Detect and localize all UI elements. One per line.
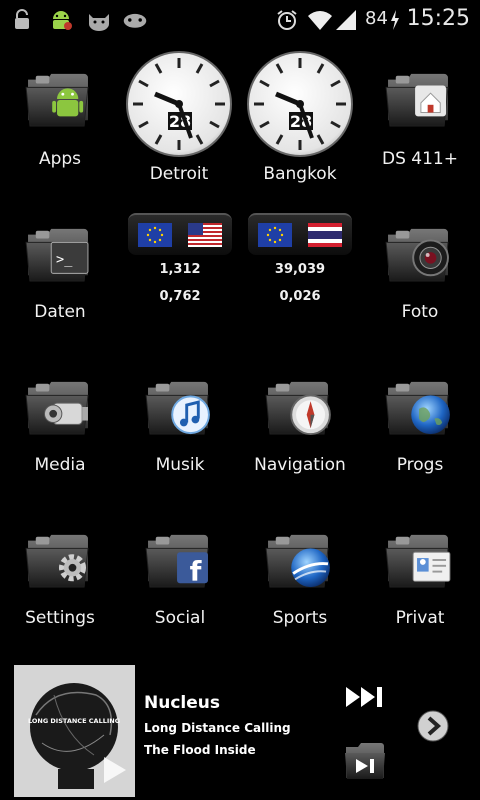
facebook-icon: f: [177, 552, 208, 587]
folder-icon: [25, 381, 89, 435]
folder-icon: [385, 228, 449, 282]
folder-settings[interactable]: Settings: [0, 531, 120, 641]
folder-sports[interactable]: Sports: [240, 531, 360, 641]
music-folder-button[interactable]: [344, 741, 386, 781]
clock-time: 15:25: [406, 6, 470, 31]
folder-label: Musik: [155, 455, 205, 475]
folder-privat[interactable]: Privat: [360, 531, 480, 641]
clock-city-label: Bangkok: [263, 164, 337, 184]
itunes-icon: [171, 395, 210, 435]
wifi-icon: [308, 11, 332, 30]
folder-icon: [385, 73, 449, 127]
folder-foto[interactable]: Foto: [360, 225, 480, 335]
gamepad-icon: [123, 13, 147, 28]
folder-progs[interactable]: Progs: [360, 378, 480, 488]
folder-label: Media: [34, 455, 86, 475]
svg-text:>_: >_: [56, 252, 73, 268]
folder-icon: >_: [25, 228, 89, 282]
eu-flag-icon: [258, 223, 292, 247]
charging-icon: [391, 10, 399, 30]
rate-inverse: 0,026: [279, 289, 321, 304]
album-cover[interactable]: LONG DISTANCE CALLING: [14, 665, 135, 797]
folder-icon: [385, 534, 451, 588]
camera-lens-icon: [412, 239, 449, 277]
us-flag-icon: [188, 223, 222, 247]
compass-icon: [290, 394, 331, 436]
android-icon: [53, 11, 72, 30]
video-camera-icon: [43, 402, 88, 425]
track-album: The Flood Inside: [144, 743, 256, 757]
rate-inverse: 0,762: [159, 289, 201, 304]
gear-icon: [58, 554, 87, 582]
folder-label: Sports: [272, 608, 328, 628]
folder-label: Settings: [25, 608, 95, 628]
signal-icon: [336, 10, 356, 30]
clock-city-label: Detroit: [149, 164, 209, 184]
folder-icon: [145, 381, 210, 435]
eu-flag-icon: [138, 223, 172, 247]
track-title: Nucleus: [144, 693, 220, 713]
status-bar: 84 15:25: [0, 0, 480, 40]
folder-daten[interactable]: >_ Daten: [0, 225, 120, 335]
folder-icon: [265, 534, 330, 588]
folder-social[interactable]: f Social: [120, 531, 240, 641]
thai-flag-icon: [308, 223, 342, 247]
folder-label: DS 411+: [382, 149, 458, 169]
folder-label: Social: [154, 608, 206, 628]
folder-media[interactable]: Media: [0, 378, 120, 488]
folder-icon: [25, 73, 89, 127]
folder-icon: [25, 534, 89, 588]
music-widget[interactable]: LONG DISTANCE CALLING Nucleus Long Dista…: [14, 665, 466, 797]
analog-clock: 28: [126, 51, 232, 157]
folder-label: Foto: [401, 302, 439, 322]
album-art: LONG DISTANCE CALLING: [14, 665, 135, 797]
folder-label: Privat: [395, 608, 445, 628]
folder-icon: [265, 381, 331, 436]
folder-label: Navigation: [254, 455, 346, 475]
globe-icon: [411, 395, 450, 435]
folder-musik[interactable]: Musik: [120, 378, 240, 488]
analog-clock: 28: [247, 51, 353, 157]
contacts-icon: [412, 551, 451, 582]
folder-apps[interactable]: Apps: [0, 70, 120, 180]
folder-navigation[interactable]: Navigation: [240, 378, 360, 488]
cat-icon: [89, 14, 109, 31]
folder-label: Apps: [38, 149, 82, 169]
folder-label: Daten: [34, 302, 86, 322]
rate-primary: 39,039: [274, 262, 326, 277]
home-icon: [415, 85, 447, 117]
terminal-icon: >_: [50, 241, 89, 274]
folder-icon: f: [145, 534, 209, 588]
currency-widget-usd[interactable]: 1,312 0,762: [128, 213, 232, 313]
chevron-right-icon[interactable]: [416, 709, 450, 743]
track-artist: Long Distance Calling: [144, 721, 291, 735]
folder-ds411[interactable]: DS 411+: [360, 70, 480, 180]
folder-label: Progs: [396, 455, 444, 475]
rate-primary: 1,312: [159, 262, 201, 277]
folder-icon: [385, 381, 450, 435]
lock-open-icon: [15, 9, 29, 29]
album-cover-text: LONG DISTANCE CALLING: [28, 717, 120, 725]
currency-widget-thb[interactable]: 39,039 0,026: [248, 213, 352, 313]
svg-text:f: f: [190, 556, 202, 587]
battery-level: 84: [365, 8, 388, 29]
alarm-icon: [277, 10, 297, 30]
google-earth-icon: [291, 548, 330, 588]
next-track-button[interactable]: [344, 685, 388, 709]
